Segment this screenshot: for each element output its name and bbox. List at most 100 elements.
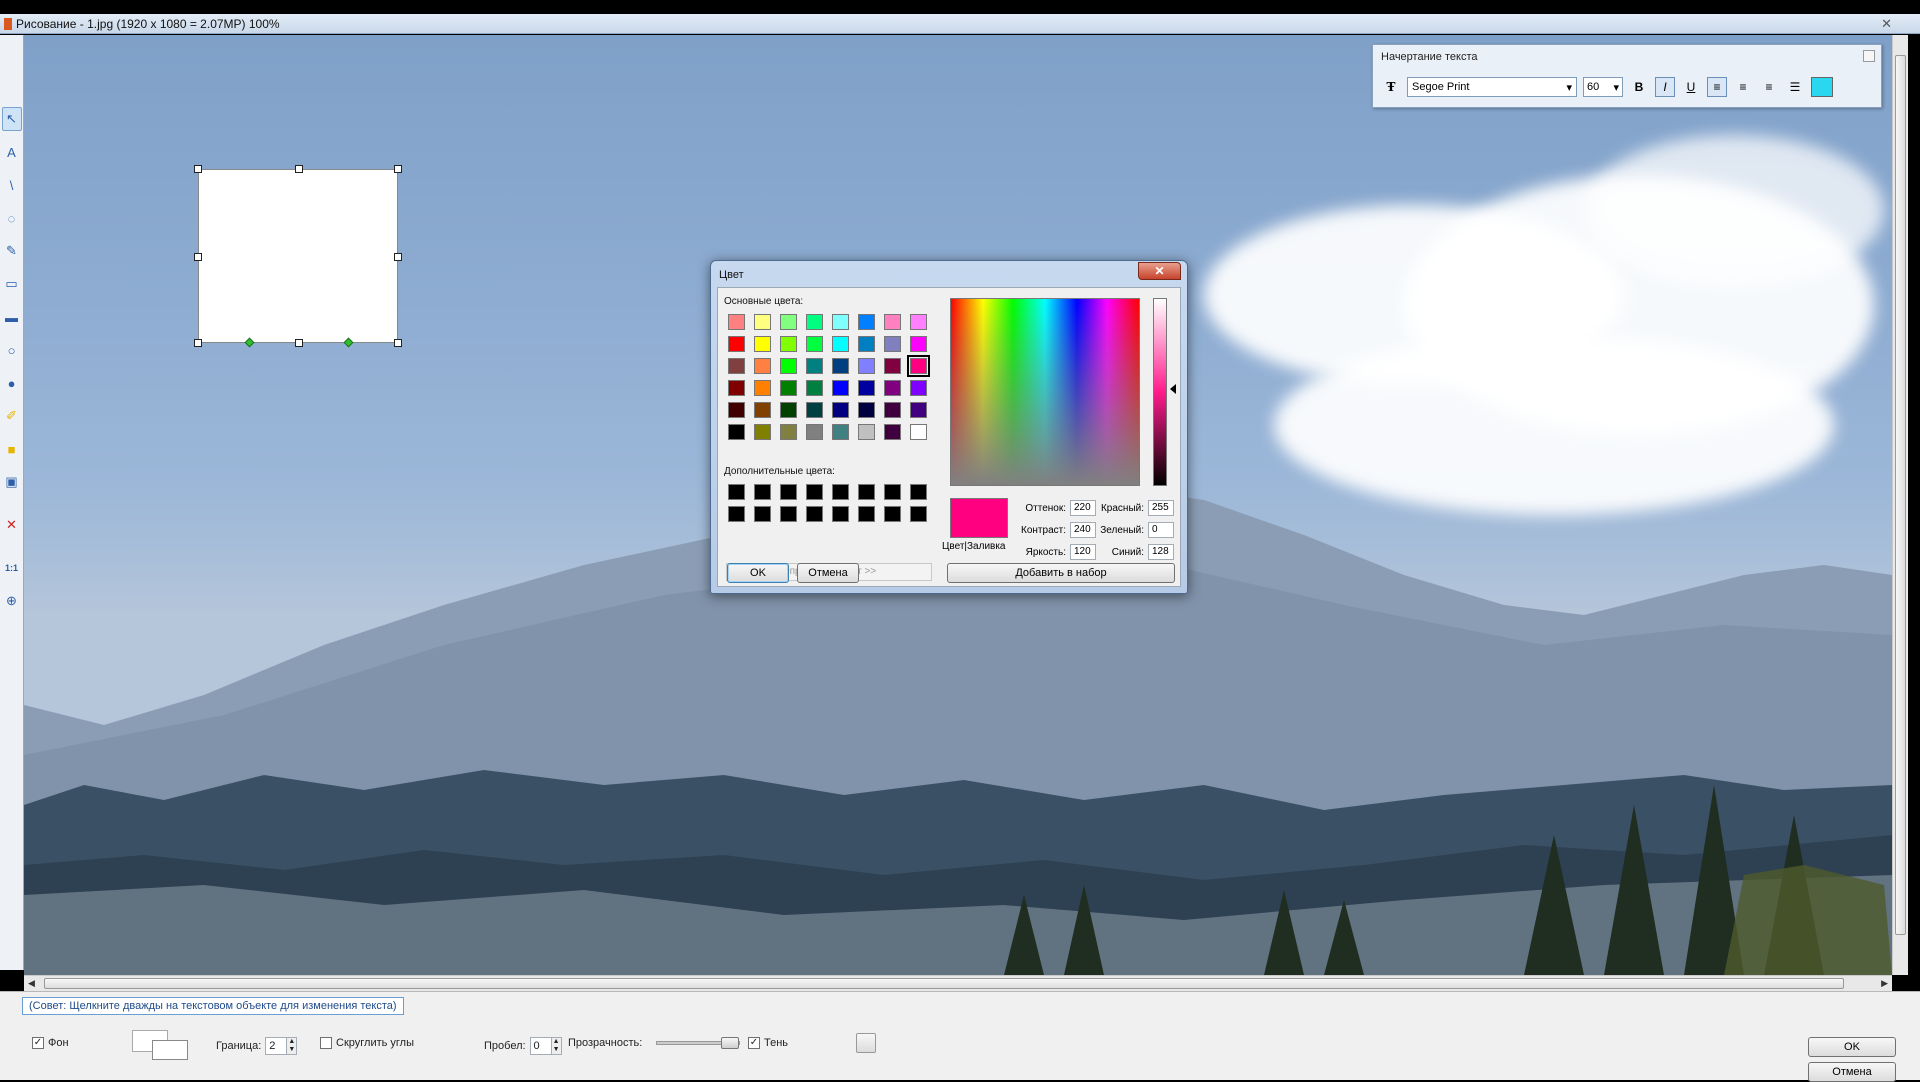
align-center-icon[interactable]: ≡ [1733,77,1753,97]
custom-color-swatch[interactable] [858,484,875,500]
fill-preview[interactable] [132,1030,188,1060]
basic-color-swatch[interactable] [754,380,771,396]
resize-handle[interactable] [394,253,402,261]
basic-color-swatch[interactable] [754,402,771,418]
image-tool-icon[interactable]: ▣ [2,470,22,494]
basic-color-swatch[interactable] [780,380,797,396]
horizontal-scroll-thumb[interactable] [44,978,1844,989]
custom-color-swatch[interactable] [754,506,771,522]
basic-color-swatch[interactable] [858,336,875,352]
filled-ellipse-tool-icon[interactable]: ● [2,371,22,395]
resize-handle[interactable] [194,339,202,347]
lasso-tool-icon[interactable]: ◌ [2,206,22,230]
basic-color-swatch[interactable] [858,380,875,396]
basic-color-swatch[interactable] [884,314,901,330]
basic-color-swatch[interactable] [910,424,927,440]
opacity-slider-knob[interactable] [721,1037,740,1049]
resize-handle[interactable] [394,165,402,173]
window-close-icon[interactable]: ✕ [1881,16,1892,32]
basic-color-swatch[interactable] [780,402,797,418]
custom-color-swatch[interactable] [754,484,771,500]
delete-tool-icon[interactable]: ✕ [2,513,22,537]
text-object[interactable] [194,165,402,348]
bottom-ok-button[interactable]: OK [1808,1037,1896,1057]
zoom-fit-icon[interactable]: ⊕ [2,589,22,613]
basic-color-swatch[interactable] [910,336,927,352]
custom-color-swatch[interactable] [858,506,875,522]
basic-color-swatch[interactable] [910,314,927,330]
basic-color-swatch[interactable] [754,336,771,352]
luminance-bar[interactable] [1153,298,1167,486]
ellipse-tool-icon[interactable]: ○ [2,338,22,362]
color-spectrum[interactable] [950,298,1140,486]
border-input[interactable]: 2 [265,1037,288,1055]
bold-button[interactable]: B [1629,77,1649,97]
highlighter-tool-icon[interactable]: ✐ [2,404,22,428]
blue-input[interactable]: 128 [1148,544,1174,560]
add-to-custom-button[interactable]: Добавить в набор [947,563,1175,583]
hue-input[interactable]: 220 [1070,500,1096,516]
font-size-field[interactable]: 60 ▾ [1583,77,1623,97]
text-color-button[interactable] [1811,77,1833,97]
callout-handle[interactable] [343,337,354,348]
bottom-cancel-button[interactable]: Отмена [1808,1062,1896,1082]
shadow-settings-button[interactable] [856,1033,876,1053]
sat-input[interactable]: 240 [1070,522,1096,538]
select-tool-icon[interactable]: ↖ [1,107,22,131]
custom-color-swatch[interactable] [728,484,745,500]
basic-color-swatch[interactable] [832,314,849,330]
basic-color-swatch[interactable] [907,355,930,377]
basic-color-swatch[interactable] [780,358,797,374]
custom-color-swatch[interactable] [910,484,927,500]
custom-color-swatch[interactable] [806,506,823,522]
custom-color-swatch[interactable] [806,484,823,500]
opacity-slider[interactable] [656,1037,741,1049]
basic-color-swatch[interactable] [832,402,849,418]
scroll-left-icon[interactable]: ◀ [28,978,35,989]
shadow-checkbox[interactable]: ✓ [748,1037,760,1049]
basic-color-swatch[interactable] [884,424,901,440]
callout-handle[interactable] [244,337,255,348]
align-justify-icon[interactable]: ☰ [1785,77,1805,97]
basic-color-swatch[interactable] [858,358,875,374]
filled-rectangle-tool-icon[interactable]: ▬ [2,305,22,329]
text-tool-icon[interactable]: A [2,140,22,164]
vertical-scroll-thumb[interactable] [1895,55,1906,935]
basic-color-swatch[interactable] [832,380,849,396]
basic-color-swatch[interactable] [806,380,823,396]
pen-tool-icon[interactable]: ✎ [2,239,22,263]
basic-color-swatch[interactable] [728,402,745,418]
actual-size-icon[interactable]: 1:1 [2,556,22,580]
line-tool-icon[interactable]: \ [2,173,22,197]
basic-color-swatch[interactable] [832,336,849,352]
resize-handle[interactable] [394,339,402,347]
vertical-scrollbar[interactable] [1892,35,1908,975]
horizontal-scrollbar[interactable]: ◀ ▶ [24,975,1892,991]
background-checkbox[interactable]: ✓ [32,1037,44,1049]
custom-color-swatch[interactable] [832,506,849,522]
resize-handle[interactable] [194,253,202,261]
basic-color-swatch[interactable] [910,402,927,418]
basic-color-swatch[interactable] [754,314,771,330]
basic-color-swatch[interactable] [780,314,797,330]
basic-color-swatch[interactable] [728,358,745,374]
basic-color-swatch[interactable] [884,402,901,418]
basic-color-swatch[interactable] [884,358,901,374]
basic-color-swatch[interactable] [780,336,797,352]
basic-color-swatch[interactable] [806,402,823,418]
border-spinner-icon[interactable]: ▲ ▼ [287,1037,298,1055]
ok-button[interactable]: OK [727,563,789,583]
custom-color-swatch[interactable] [884,506,901,522]
fill-tool-icon[interactable]: ■ [2,437,22,461]
scroll-right-icon[interactable]: ▶ [1881,978,1888,989]
basic-color-swatch[interactable] [910,380,927,396]
basic-color-swatch[interactable] [806,358,823,374]
basic-color-swatch[interactable] [858,314,875,330]
basic-color-swatch[interactable] [806,424,823,440]
basic-color-swatch[interactable] [858,424,875,440]
resize-handle[interactable] [295,165,303,173]
custom-color-swatch[interactable] [780,506,797,522]
underline-button[interactable]: U [1681,77,1701,97]
font-select[interactable]: Segoe Print ▾ [1407,77,1577,97]
green-input[interactable]: 0 [1148,522,1174,538]
